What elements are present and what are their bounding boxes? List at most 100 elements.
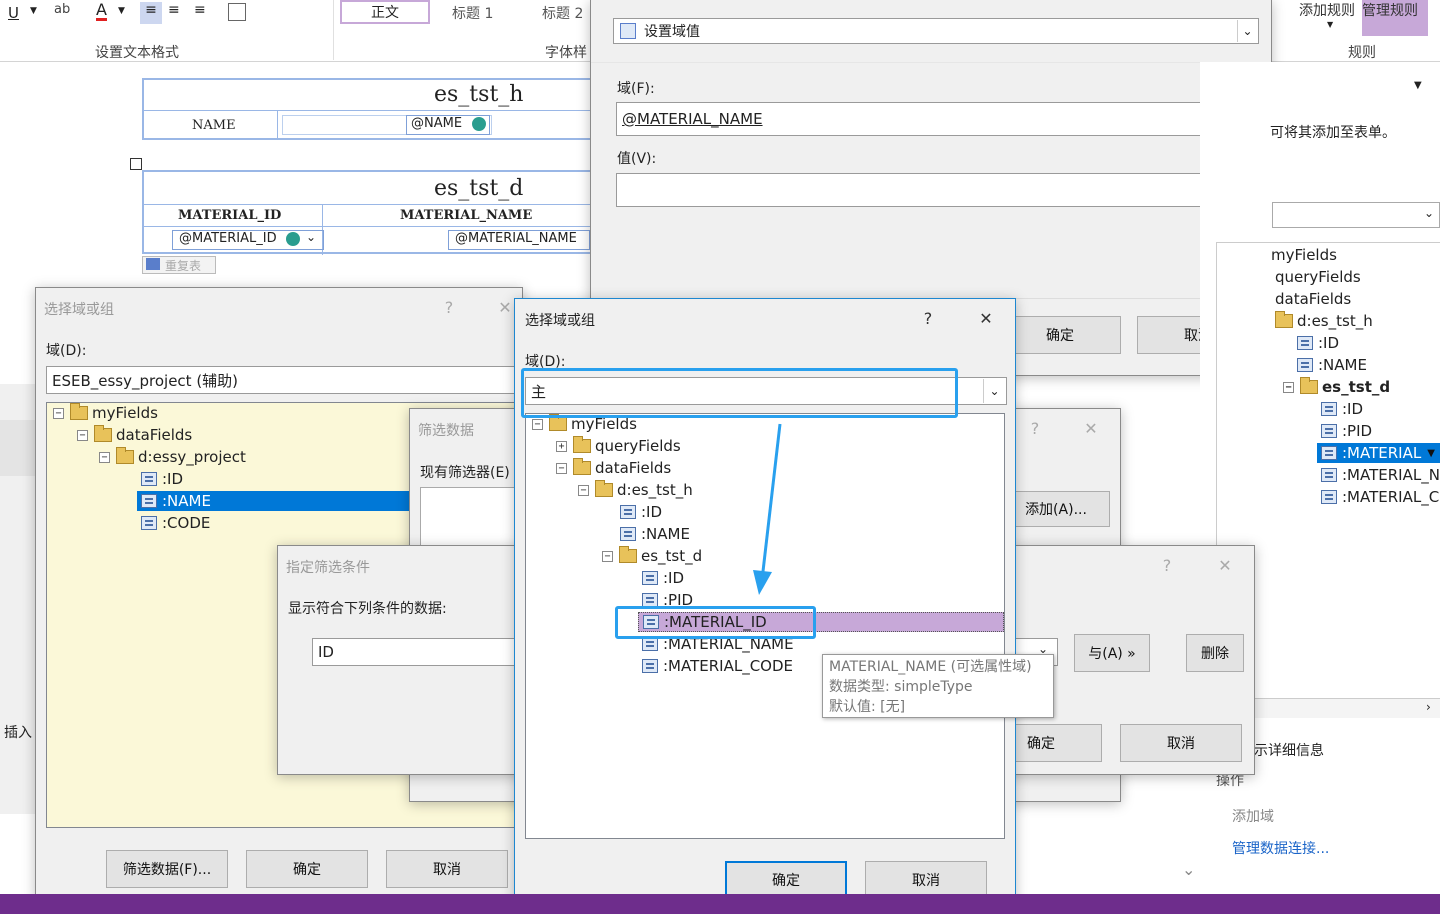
cancel-button[interactable]: 取消 (386, 850, 508, 888)
tree-node[interactable]: :ID (1321, 399, 1363, 419)
tree-node[interactable]: :MATERIAL_C (1321, 487, 1439, 507)
help-button[interactable]: ? (915, 309, 941, 328)
align-right-icon[interactable]: ≡ (194, 2, 206, 18)
close-icon[interactable]: ✕ (1212, 556, 1238, 575)
value-input[interactable] (616, 173, 1214, 207)
style-normal[interactable]: 正文 (340, 0, 430, 24)
expand-icon[interactable]: + (556, 440, 567, 452)
chevron-right-icon[interactable]: › (1426, 700, 1431, 714)
ok-button[interactable]: 确定 (246, 850, 368, 888)
collapse-icon[interactable]: − (556, 462, 567, 474)
field-tooltip: MATERIAL_NAME (可选属性域) 数据类型: simpleType 默… (822, 654, 1054, 718)
tree-node[interactable]: − d:essy_project (99, 447, 246, 467)
align-center-icon[interactable]: ≡ (168, 2, 180, 18)
insert-label[interactable]: 插入 (4, 722, 32, 742)
condition-field[interactable]: ID (312, 638, 522, 666)
and-button[interactable]: 与(A) » (1074, 634, 1150, 672)
help-button[interactable]: ? (436, 298, 462, 317)
tree-node[interactable]: d:es_tst_h (1275, 311, 1373, 331)
manage-connections-link[interactable]: 管理数据连接... (1232, 838, 1329, 858)
tree-node[interactable]: − es_tst_d (1283, 377, 1390, 397)
chevron-down-icon[interactable]: ▼ (30, 6, 37, 16)
resize-handle[interactable] (130, 158, 142, 170)
field-icon (141, 516, 157, 530)
chevron-down-icon[interactable]: ⌄ (1237, 20, 1257, 42)
collapse-icon[interactable]: − (1283, 381, 1294, 393)
add-rule-button[interactable]: 添加规则 (1299, 0, 1355, 20)
collapse-icon[interactable]: − (578, 484, 589, 496)
underline-button[interactable]: U (8, 4, 19, 22)
help-button[interactable]: ? (1022, 419, 1048, 438)
field-input[interactable]: @MATERIAL_NAME (616, 102, 1214, 136)
add-filter-button[interactable]: 添加(A)... (1002, 491, 1110, 527)
field-icon (1321, 402, 1337, 416)
chevron-down-icon[interactable]: ▼ (1427, 448, 1435, 459)
tree-node[interactable]: − myFields (53, 403, 158, 423)
close-icon[interactable]: ✕ (973, 309, 999, 328)
cancel-button[interactable]: 取消 (1120, 724, 1242, 762)
form-table-h: es_tst_h NAME @NAME (142, 78, 592, 140)
folder-icon (595, 480, 613, 497)
source-combo[interactable]: ESEB_essy_project (辅助) (46, 366, 516, 394)
tree-node[interactable]: :PID (1321, 421, 1372, 441)
tree-node[interactable]: :ID (1297, 333, 1339, 353)
tree-node[interactable]: :CODE (141, 513, 210, 533)
tree-node[interactable]: :ID (642, 568, 684, 588)
tree-node[interactable]: :MATERIAL_N (1321, 465, 1440, 485)
material-name-binding[interactable]: @MATERIAL_NAME (448, 230, 590, 250)
style-heading1[interactable]: 标题 1 (452, 3, 493, 23)
tree-node[interactable]: − es_tst_d (602, 546, 702, 566)
folder-icon (1275, 311, 1293, 328)
chevron-down-icon[interactable]: ⌄ (1424, 206, 1434, 220)
binding-icon (472, 117, 486, 131)
dropdown-icon[interactable]: ⌄ (306, 230, 316, 244)
tree-node-selected[interactable]: :MATERIAL ▼ (1317, 443, 1440, 463)
tree-node[interactable]: − dataFields (77, 425, 192, 445)
field-icon (1321, 490, 1337, 504)
tree-node[interactable]: :ID (141, 469, 183, 489)
tree-node[interactable]: myFields (1271, 245, 1337, 265)
ok-button[interactable]: 确定 (999, 316, 1121, 354)
style-heading2[interactable]: 标题 2 (542, 3, 583, 23)
folder-icon (549, 414, 567, 431)
table-icon[interactable] (228, 3, 246, 21)
chevron-down-icon[interactable]: ⌄ (1182, 860, 1195, 879)
add-field-link[interactable]: 添加域 (1232, 806, 1274, 826)
tree-node[interactable]: dataFields (1275, 289, 1351, 309)
chevron-down-icon[interactable]: ▼ (1414, 80, 1422, 91)
delete-button[interactable]: 删除 (1186, 634, 1244, 672)
source-combo[interactable] (1272, 202, 1440, 228)
filter-data-button[interactable]: 筛选数据(F)... (106, 850, 228, 888)
tree-node[interactable]: − d:es_tst_h (578, 480, 693, 500)
spell-icon[interactable]: ab (54, 2, 70, 17)
action-icon (620, 23, 636, 39)
tree-node[interactable]: :MATERIAL_CODE (642, 656, 793, 676)
collapse-icon[interactable]: − (532, 418, 543, 430)
action-combo[interactable]: 设置域值 (613, 18, 1259, 44)
help-button[interactable]: ? (1154, 556, 1180, 575)
value-label: 值(V): (617, 151, 657, 167)
chevron-down-icon[interactable]: ▼ (1327, 20, 1333, 29)
tree-node[interactable]: :NAME (1297, 355, 1367, 375)
collapse-icon[interactable]: − (53, 407, 64, 419)
chevron-down-icon[interactable]: ⌄ (983, 379, 1005, 403)
tree-node[interactable]: − dataFields (556, 458, 671, 478)
rules-group-label: 规则 (1348, 45, 1376, 61)
collapse-icon[interactable]: − (602, 550, 613, 562)
close-icon[interactable]: ✕ (1078, 419, 1104, 438)
manage-rule-button[interactable]: 管理规则 (1362, 0, 1428, 36)
tree-node[interactable]: :ID (620, 502, 662, 522)
show-details[interactable]: 示详细信息 (1254, 740, 1324, 760)
tree-node[interactable]: + queryFields (556, 436, 681, 456)
collapse-icon[interactable]: − (77, 429, 88, 441)
tree-node[interactable]: queryFields (1275, 267, 1361, 287)
col-header-material-name: MATERIAL_NAME (400, 208, 533, 223)
font-color-button[interactable]: A (96, 2, 107, 21)
binding-icon (286, 232, 300, 246)
tree-node[interactable]: :NAME (620, 524, 690, 544)
styles-group-label: 字体样 (545, 45, 587, 61)
chevron-down-icon[interactable]: ▼ (118, 6, 125, 16)
material-id-binding[interactable]: @MATERIAL_ID (172, 230, 324, 250)
collapse-icon[interactable]: − (99, 451, 110, 463)
align-left-icon[interactable]: ≡ (140, 2, 162, 24)
